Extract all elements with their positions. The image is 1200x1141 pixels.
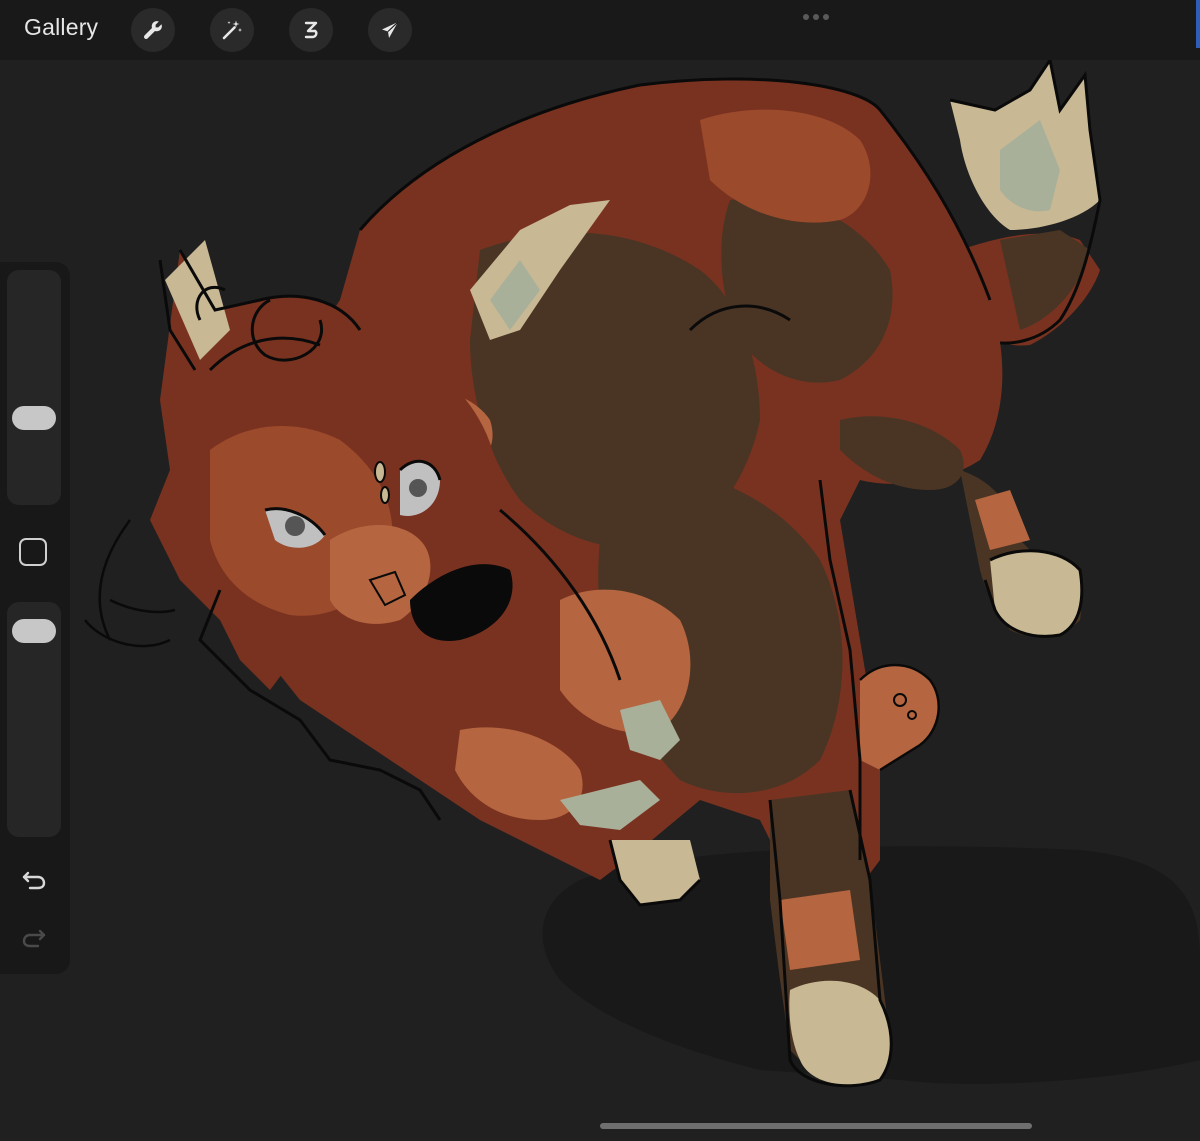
brush-size-slider[interactable] (7, 270, 61, 505)
selection-button[interactable] (289, 8, 333, 52)
arrow-cursor-icon (382, 21, 399, 38)
actions-button[interactable] (131, 8, 175, 52)
adjustments-button[interactable] (210, 8, 254, 52)
undo-button[interactable] (17, 862, 51, 896)
top-toolbar: Gallery (0, 0, 1200, 60)
procreate-app: Gallery (0, 0, 1200, 1141)
redo-icon (22, 929, 46, 948)
transform-button[interactable] (368, 8, 412, 52)
selection-s-icon (304, 21, 318, 39)
more-dots-icon[interactable] (800, 12, 832, 22)
wrench-icon (144, 21, 162, 39)
cat-illustration (84, 60, 1200, 1088)
undo-icon (22, 871, 46, 890)
magic-wand-icon (222, 20, 242, 40)
opacity-slider[interactable] (7, 602, 61, 837)
redo-button[interactable] (17, 920, 51, 954)
left-sidebar (0, 262, 70, 974)
brush-size-thumb[interactable] (12, 405, 56, 430)
home-indicator[interactable] (600, 1123, 1032, 1129)
drawing-canvas[interactable] (0, 60, 1200, 1141)
opacity-thumb[interactable] (12, 619, 56, 644)
square-icon[interactable] (19, 538, 47, 566)
edge-indicator (1196, 0, 1200, 48)
gallery-button[interactable]: Gallery (24, 14, 98, 41)
